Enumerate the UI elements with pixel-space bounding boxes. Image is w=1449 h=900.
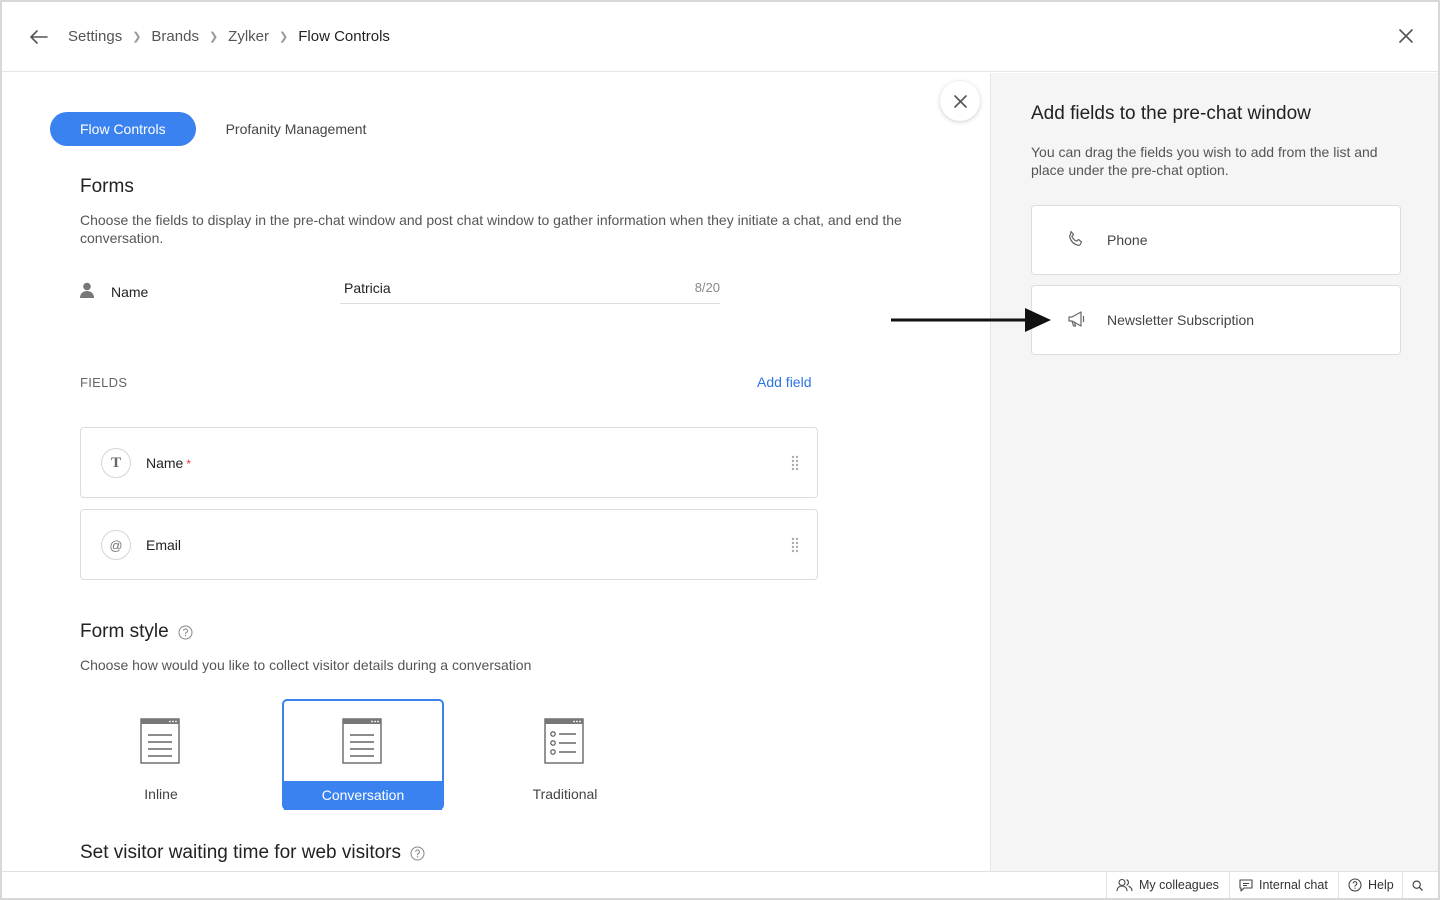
- style-option-label: Traditional: [532, 786, 598, 802]
- draggable-field-newsletter[interactable]: Newsletter Subscription: [1031, 285, 1401, 355]
- tab-flow-controls[interactable]: Flow Controls: [50, 112, 196, 146]
- close-icon[interactable]: [1396, 26, 1416, 46]
- breadcrumb-brands[interactable]: Brands: [151, 28, 199, 45]
- people-icon: [1116, 878, 1133, 892]
- tab-profanity-management[interactable]: Profanity Management: [226, 121, 367, 137]
- panel-title: Add fields to the pre-chat window: [1031, 103, 1311, 124]
- style-option-label: Inline: [144, 786, 178, 802]
- search-button[interactable]: [1402, 872, 1438, 898]
- help-circle-icon[interactable]: [410, 846, 425, 861]
- breadcrumb: Settings ❯ Brands ❯ Zylker ❯ Flow Contro…: [68, 28, 390, 45]
- name-input[interactable]: [340, 276, 640, 300]
- panel-description: You can drag the fields you wish to add …: [1031, 144, 1378, 178]
- field-label: Newsletter Subscription: [1107, 312, 1255, 328]
- text-icon: T: [101, 448, 131, 478]
- bottom-bar: My colleagues Internal chat Help: [2, 871, 1438, 898]
- help-circle-icon[interactable]: [178, 625, 193, 640]
- search-icon: [1412, 879, 1423, 891]
- my-colleagues-button[interactable]: My colleagues: [1106, 872, 1228, 898]
- chevron-right-icon: ❯: [208, 31, 219, 43]
- conversation-form-icon: [342, 718, 382, 769]
- required-marker: *: [186, 457, 192, 471]
- add-fields-panel: Add fields to the pre-chat window You ca…: [990, 73, 1438, 871]
- char-counter: 8/20: [694, 280, 720, 295]
- close-icon: [953, 94, 967, 108]
- chat-icon: [1239, 878, 1253, 892]
- field-label: Phone: [1107, 232, 1148, 248]
- person-icon: [80, 282, 94, 303]
- top-bar: Settings ❯ Brands ❯ Zylker ❯ Flow Contro…: [2, 2, 1438, 72]
- draggable-field-phone[interactable]: Phone: [1031, 205, 1401, 275]
- form-style-heading: Form style: [80, 621, 193, 643]
- footer-label: Internal chat: [1259, 878, 1328, 892]
- pointer-arrow-icon: [891, 305, 1053, 340]
- name-label: Name: [111, 284, 149, 300]
- traditional-form-icon: [544, 718, 584, 769]
- breadcrumb-current: Flow Controls: [298, 28, 390, 45]
- drag-handle-icon[interactable]: [791, 537, 799, 558]
- breadcrumb-zylker[interactable]: Zylker: [228, 28, 269, 45]
- waiting-time-heading: Set visitor waiting time for web visitor…: [80, 842, 425, 864]
- forms-description: Choose the fields to display in the pre-…: [80, 212, 902, 246]
- app-window: Settings ❯ Brands ❯ Zylker ❯ Flow Contro…: [0, 0, 1440, 900]
- at-icon: @: [101, 530, 131, 560]
- tab-bar: Flow Controls Profanity Management: [50, 112, 366, 146]
- back-arrow-icon[interactable]: [28, 26, 50, 48]
- fields-label: FIELDS: [80, 375, 128, 390]
- footer-label: My colleagues: [1139, 878, 1219, 892]
- add-field-link[interactable]: Add field: [757, 374, 811, 390]
- chevron-right-icon: ❯: [279, 31, 289, 43]
- drag-handle-icon[interactable]: [791, 455, 799, 476]
- style-option-conversation[interactable]: Conversation: [282, 699, 444, 810]
- form-style-description: Choose how would you like to collect vis…: [80, 657, 532, 673]
- internal-chat-button[interactable]: Internal chat: [1229, 872, 1337, 898]
- field-card-name[interactable]: T Name *: [80, 427, 818, 498]
- field-label: Email: [146, 537, 182, 553]
- main-content: Flow Controls Profanity Management Forms…: [2, 73, 990, 871]
- field-card-email[interactable]: @ Email: [80, 509, 818, 580]
- style-option-label: Conversation: [284, 781, 442, 810]
- breadcrumb-settings[interactable]: Settings: [68, 28, 122, 45]
- phone-icon: [1067, 230, 1085, 253]
- style-option-inline[interactable]: Inline: [80, 699, 242, 810]
- help-button[interactable]: Help: [1338, 872, 1403, 898]
- footer-label: Help: [1368, 878, 1394, 892]
- name-input-wrapper: 8/20: [340, 276, 720, 304]
- forms-heading: Forms: [80, 176, 134, 197]
- megaphone-icon: [1067, 310, 1087, 333]
- inline-form-icon: [140, 718, 180, 769]
- help-circle-icon: [1348, 878, 1362, 892]
- field-label: Name *: [146, 455, 192, 471]
- panel-close-button[interactable]: [940, 81, 980, 121]
- chevron-right-icon: ❯: [132, 31, 142, 43]
- style-option-traditional[interactable]: Traditional: [484, 699, 646, 810]
- name-row: Name 8/20: [80, 276, 722, 304]
